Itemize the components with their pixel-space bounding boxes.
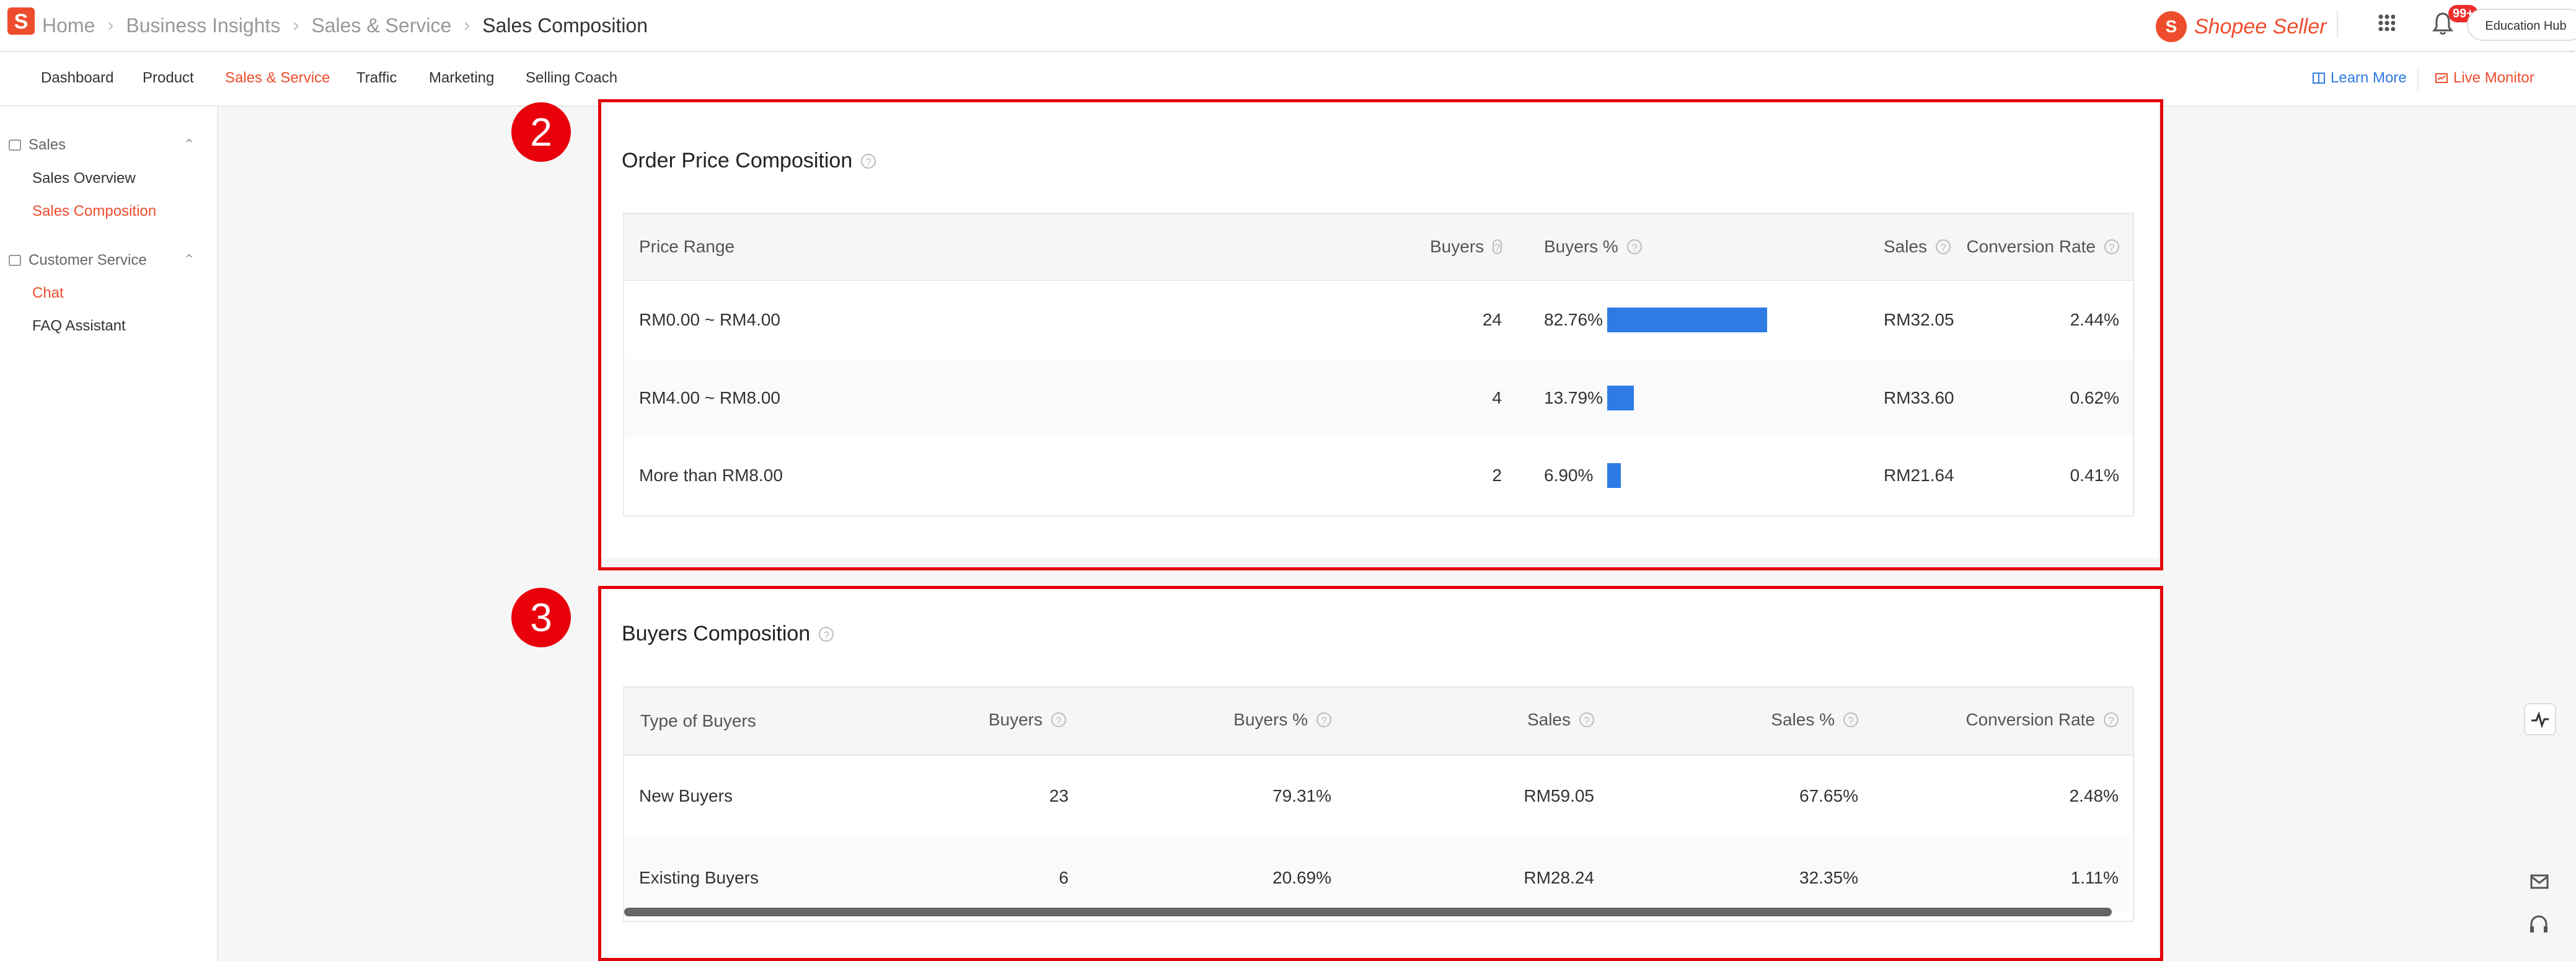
sidebar-group-label: Sales [29,136,66,153]
brand-name: Shopee Seller [2194,14,2327,38]
shopee-bag-icon: S [2156,11,2187,42]
tab-navigation: Dashboard Product Sales & Service Traffi… [0,52,2576,107]
highlight-frame-3 [598,586,2163,961]
chevron-up-icon[interactable]: ⌃ [183,136,195,153]
tab-marketing[interactable]: Marketing [429,69,494,87]
shopee-logo-icon[interactable]: S [7,7,35,35]
header-divider [2337,10,2338,38]
customer-service-icon [9,255,21,266]
chevron-right-icon: › [107,15,114,35]
chevron-right-icon: › [293,15,299,35]
monitor-icon [2435,73,2448,83]
learn-more-link[interactable]: Learn More [2312,69,2407,87]
headset-icon [2530,915,2547,932]
book-icon [2313,73,2325,84]
learn-more-label: Learn More [2331,69,2407,86]
shopee-seller-brand[interactable]: S Shopee Seller [2156,11,2327,42]
sidebar-item-sales-composition[interactable]: Sales Composition [32,203,156,220]
sidebar-group-customer-service[interactable]: Customer Service [9,252,147,269]
breadcrumb: Home › Business Insights › Sales & Servi… [42,11,648,40]
highlight-frame-2 [598,99,2163,570]
sidebar-group-sales[interactable]: Sales [9,136,66,154]
tab-sales-service[interactable]: Sales & Service [225,69,330,87]
tab-traffic[interactable]: Traffic [356,69,397,87]
support-button[interactable] [2524,910,2556,942]
breadcrumb-sales-service[interactable]: Sales & Service [311,14,451,37]
breadcrumb-business-insights[interactable]: Business Insights [126,14,280,37]
breadcrumb-current: Sales Composition [482,14,648,37]
chevron-up-icon[interactable]: ⌃ [183,252,195,268]
inbox-button[interactable] [2524,867,2556,899]
top-header: S Home › Business Insights › Sales & Ser… [0,0,2576,52]
sidebar-item-chat[interactable]: Chat [32,285,64,302]
activity-chart-button[interactable] [2524,703,2556,735]
tab-dashboard[interactable]: Dashboard [41,69,113,87]
tab-selling-coach[interactable]: Selling Coach [526,69,617,87]
tabnav-divider [2417,68,2419,91]
chevron-right-icon: › [464,15,470,35]
sidebar-item-sales-overview[interactable]: Sales Overview [32,170,136,187]
step-marker-3: 3 [511,588,571,647]
sidebar: Sales ⌃ Sales Overview Sales Composition… [0,107,218,961]
pulse-icon [2531,711,2549,728]
live-monitor-link[interactable]: Live Monitor [2435,69,2534,87]
education-hub-button[interactable]: Education Hub [2467,9,2576,41]
sales-icon [9,140,21,151]
breadcrumb-home[interactable]: Home [42,14,95,37]
step-marker-2: 2 [511,102,571,162]
tab-product[interactable]: Product [143,69,194,87]
mail-icon [2530,874,2549,889]
live-monitor-label: Live Monitor [2453,69,2534,86]
apps-grid-icon[interactable] [2378,14,2395,31]
sidebar-item-faq-assistant[interactable]: FAQ Assistant [32,317,126,335]
sidebar-group-label: Customer Service [29,252,147,268]
